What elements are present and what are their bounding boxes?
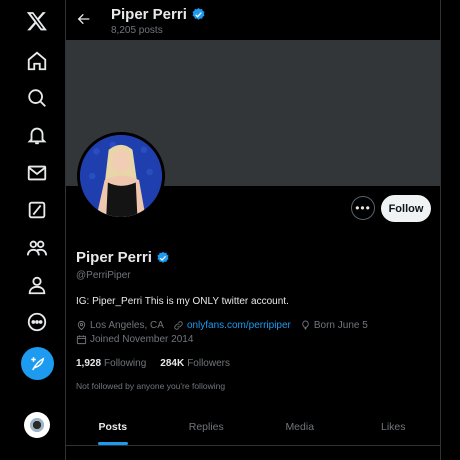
feather-plus-icon [30,356,44,370]
profile-icon[interactable] [24,272,50,298]
verified-badge-icon [192,7,205,20]
mail-icon[interactable] [24,160,50,186]
profile-name-text: Piper Perri [76,249,152,266]
following-link[interactable]: 1,928 Following [76,358,146,369]
verified-badge-icon [157,251,169,263]
location: Los Angeles, CA [76,320,164,331]
balloon-icon [302,320,309,330]
tab-likes[interactable]: Likes [347,408,441,445]
home-icon[interactable] [24,48,50,74]
calendar-icon [76,335,87,345]
x-logo-icon[interactable] [24,8,50,34]
header-name-text: Piper Perri [111,6,187,23]
tab-media[interactable]: Media [253,408,347,445]
followers-label: Followers [187,358,230,369]
profile-joined-row: Joined November 2014 [76,334,202,345]
profile-handle: @PerriPiper [76,270,131,281]
grok-icon[interactable] [24,197,50,223]
profile-avatar[interactable] [77,132,165,220]
tab-posts[interactable]: Posts [66,408,160,445]
profile-tabs: Posts Replies Media Likes [66,408,440,446]
back-arrow-icon[interactable] [76,11,94,29]
location-pin-icon [77,320,86,331]
profile-column: Piper Perri 8,205 posts ••• Follow Piper… [65,0,441,460]
location-text: Los Angeles, CA [90,320,164,331]
follow-stats: 1,928 Following 284K Followers [76,358,230,369]
tab-replies[interactable]: Replies [160,408,254,445]
birthday-text: Born June 5 [313,320,368,331]
joined-text: Joined November 2014 [90,334,194,345]
followed-by-note: Not followed by anyone you're following [76,381,226,391]
birthday: Born June 5 [300,320,368,331]
profile-name: Piper Perri [76,249,170,266]
more-circle-icon[interactable] [24,309,50,335]
following-label: Following [104,358,147,369]
website: onlyfans.com/perripiper [173,320,291,331]
profile-bio: IG: Piper_Perri This is my ONLY twitter … [76,296,289,307]
more-options-button[interactable]: ••• [351,196,375,220]
header-profile-name: Piper Perri [111,6,206,23]
joined: Joined November 2014 [76,334,193,345]
link-icon [174,321,183,330]
header-post-count: 8,205 posts [111,25,163,36]
follow-button[interactable]: Follow [381,195,431,222]
account-avatar[interactable] [24,412,50,438]
website-link[interactable]: onlyfans.com/perripiper [187,320,291,331]
compose-post-button[interactable] [21,347,54,380]
bell-icon[interactable] [24,122,50,148]
profile-meta-row: Los Angeles, CA onlyfans.com/perripiper … [76,320,377,331]
followers-link[interactable]: 284K Followers [160,358,230,369]
search-icon[interactable] [24,85,50,111]
communities-icon[interactable] [24,235,50,261]
left-nav [0,0,74,460]
following-count: 1,928 [76,358,102,369]
followers-count: 284K [160,358,185,369]
